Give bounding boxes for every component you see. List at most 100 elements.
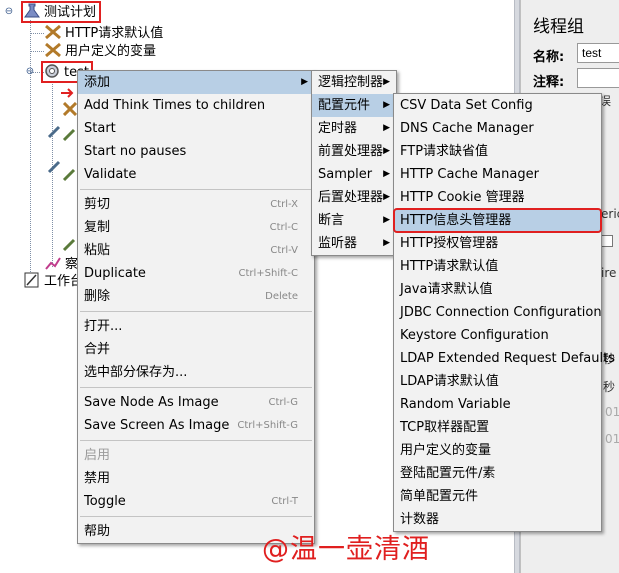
menu-item-label: Add Think Times to children (84, 98, 266, 113)
submenu-item-逻辑控制器[interactable]: 逻辑控制器 ▶ (312, 71, 396, 94)
menu-item-label: Random Variable (400, 397, 511, 412)
menu-item-label: LDAP Extended Request Defaults (400, 351, 615, 366)
config-item-ftp请求缺省值[interactable]: FTP请求缺省值 (394, 140, 601, 163)
submenu-item-前置处理器[interactable]: 前置处理器 ▶ (312, 140, 396, 163)
submenu-arrow-icon: ▶ (383, 100, 390, 110)
menu-item-复制[interactable]: 复制 Ctrl-C (78, 216, 314, 239)
shortcut-hint: Ctrl-X (270, 199, 298, 210)
collapse-toggle[interactable]: ⊖ (25, 67, 35, 77)
menu-item-label: Save Node As Image (84, 395, 219, 410)
menu-item-选中部分保存为[interactable]: 选中部分保存为... (78, 361, 314, 384)
workbench-icon (23, 272, 41, 288)
submenu-item-sampler[interactable]: Sampler ▶ (312, 163, 396, 186)
menu-item-禁用[interactable]: 禁用 (78, 467, 314, 490)
submenu-item-后置处理器[interactable]: 后置处理器 ▶ (312, 186, 396, 209)
panel-text-fragment: eric (601, 207, 619, 221)
menu-item-label: 帮助 (84, 524, 111, 539)
menu-item-label: 用户定义的变量 (400, 443, 492, 458)
tree-line (30, 33, 44, 34)
chart-icon (44, 255, 62, 271)
menu-item-label: Duplicate (84, 266, 146, 281)
menu-item-toggle[interactable]: Toggle Ctrl-T (78, 490, 314, 513)
menu-separator (80, 189, 312, 190)
config-item-用户定义的变量[interactable]: 用户定义的变量 (394, 439, 601, 462)
tree-node-label: 测试计划 (44, 5, 97, 20)
menu-item-剪切[interactable]: 剪切 Ctrl-X (78, 193, 314, 216)
tree-node-label: HTTP请求默认值 (65, 26, 164, 41)
tree-node-test-plan[interactable]: 测试计划 (20, 1, 102, 23)
gear-icon (43, 63, 61, 79)
menu-item-合并[interactable]: 合并 (78, 338, 314, 361)
wrench-scissors-icon (44, 42, 62, 58)
add-submenu: 逻辑控制器 ▶ 配置元件 ▶ 定时器 ▶ 前置处理器 ▶ Sampler ▶ 后置处理器 ▶ 断言 ▶ 监听… (311, 70, 397, 256)
watermark: @温一壶清酒 (262, 534, 430, 565)
submenu-arrow-icon: ▶ (383, 192, 390, 202)
menu-item-label: 复制 (84, 220, 111, 235)
config-item-dns-cache-manager[interactable]: DNS Cache Manager (394, 117, 601, 140)
panel-text-fragment: 01 (605, 432, 619, 446)
menu-item-save-screen-as-image[interactable]: Save Screen As Image Ctrl+Shift-G (78, 414, 314, 437)
menu-item-save-node-as-image[interactable]: Save Node As Image Ctrl-G (78, 391, 314, 414)
menu-item-add-think-times-to-children[interactable]: Add Think Times to children (78, 94, 314, 117)
menu-item-label: DNS Cache Manager (400, 121, 534, 136)
shortcut-hint: Ctrl-V (270, 245, 298, 256)
tree-line (52, 82, 53, 267)
menu-item-duplicate[interactable]: Duplicate Ctrl+Shift-C (78, 262, 314, 285)
config-item-http信息头管理器[interactable]: HTTP信息头管理器 (393, 208, 602, 233)
menu-item-label: 前置处理器 (318, 144, 384, 159)
config-item-random-variable[interactable]: Random Variable (394, 393, 601, 416)
tree-line (30, 20, 31, 282)
menu-separator (80, 387, 312, 388)
config-item-登陆配置元件-素[interactable]: 登陆配置元件/素 (394, 462, 601, 485)
config-item-keystore-configuration[interactable]: Keystore Configuration (394, 324, 601, 347)
config-item-ldap-extended-request-defaults[interactable]: LDAP Extended Request Defaults (394, 347, 615, 370)
menu-item-label: 配置元件 (318, 98, 371, 113)
submenu-item-定时器[interactable]: 定时器 ▶ (312, 117, 396, 140)
menu-item-label: FTP请求缺省值 (400, 144, 489, 159)
tree-node-http-defaults[interactable]: HTTP请求默认值 (44, 24, 163, 42)
menu-separator (80, 440, 312, 441)
config-item-简单配置元件[interactable]: 简单配置元件 (394, 485, 601, 508)
tree-node-user-vars[interactable]: 用户定义的变量 (44, 42, 156, 60)
config-item-ldap请求默认值[interactable]: LDAP请求默认值 (394, 370, 601, 393)
panel-text-fragment: 01 (605, 405, 619, 419)
shortcut-hint: Ctrl-G (268, 397, 298, 408)
menu-item-start-no-pauses[interactable]: Start no pauses (78, 140, 314, 163)
menu-item-start[interactable]: Start (78, 117, 314, 140)
submenu-item-监听器[interactable]: 监听器 ▶ (312, 232, 396, 255)
config-item-http-cache-manager[interactable]: HTTP Cache Manager (394, 163, 601, 186)
config-item-csv-data-set-config[interactable]: CSV Data Set Config (394, 94, 601, 117)
menu-item-添加[interactable]: 添加 ▶ (78, 71, 314, 94)
submenu-item-断言[interactable]: 断言 ▶ (312, 209, 396, 232)
collapse-toggle[interactable]: ⊖ (4, 7, 14, 17)
menu-item-label: Java请求默认值 (400, 282, 493, 297)
tree-node-workbench[interactable]: 工作台 (23, 272, 83, 290)
menu-item-validate[interactable]: Validate (78, 163, 314, 186)
config-item-http请求默认值[interactable]: HTTP请求默认值 (394, 255, 601, 278)
menu-item-label: 剪切 (84, 197, 111, 212)
config-item-java请求默认值[interactable]: Java请求默认值 (394, 278, 601, 301)
menu-item-label: 简单配置元件 (400, 489, 479, 504)
config-item-tcp取样器配置[interactable]: TCP取样器配置 (394, 416, 601, 439)
comment-field[interactable] (577, 68, 619, 88)
menu-item-粘贴[interactable]: 粘贴 Ctrl-V (78, 239, 314, 262)
menu-item-label: Sampler (318, 167, 373, 182)
checkbox[interactable] (601, 235, 613, 247)
menu-item-label: 后置处理器 (318, 190, 384, 205)
menu-item-label: HTTP请求默认值 (400, 259, 499, 274)
menu-item-启用: 启用 (78, 444, 314, 467)
config-item-http-cookie-管理器[interactable]: HTTP Cookie 管理器 (394, 186, 601, 209)
menu-item-label: LDAP请求默认值 (400, 374, 499, 389)
menu-item-label: TCP取样器配置 (400, 420, 490, 435)
menu-item-打开[interactable]: 打开... (78, 315, 314, 338)
config-item-jdbc-connection-configuration[interactable]: JDBC Connection Configuration (394, 301, 602, 324)
menu-separator (80, 516, 312, 517)
submenu-item-配置元件[interactable]: 配置元件 ▶ (312, 94, 396, 117)
menu-item-删除[interactable]: 删除 Delete (78, 285, 314, 308)
tree-node-listener[interactable]: 察 (44, 255, 78, 273)
red-arrow-icon (60, 86, 76, 100)
config-item-http授权管理器[interactable]: HTTP授权管理器 (394, 232, 601, 255)
name-field[interactable] (577, 43, 619, 63)
submenu-arrow-icon: ▶ (383, 123, 390, 133)
menu-item-label: 合并 (84, 342, 111, 357)
